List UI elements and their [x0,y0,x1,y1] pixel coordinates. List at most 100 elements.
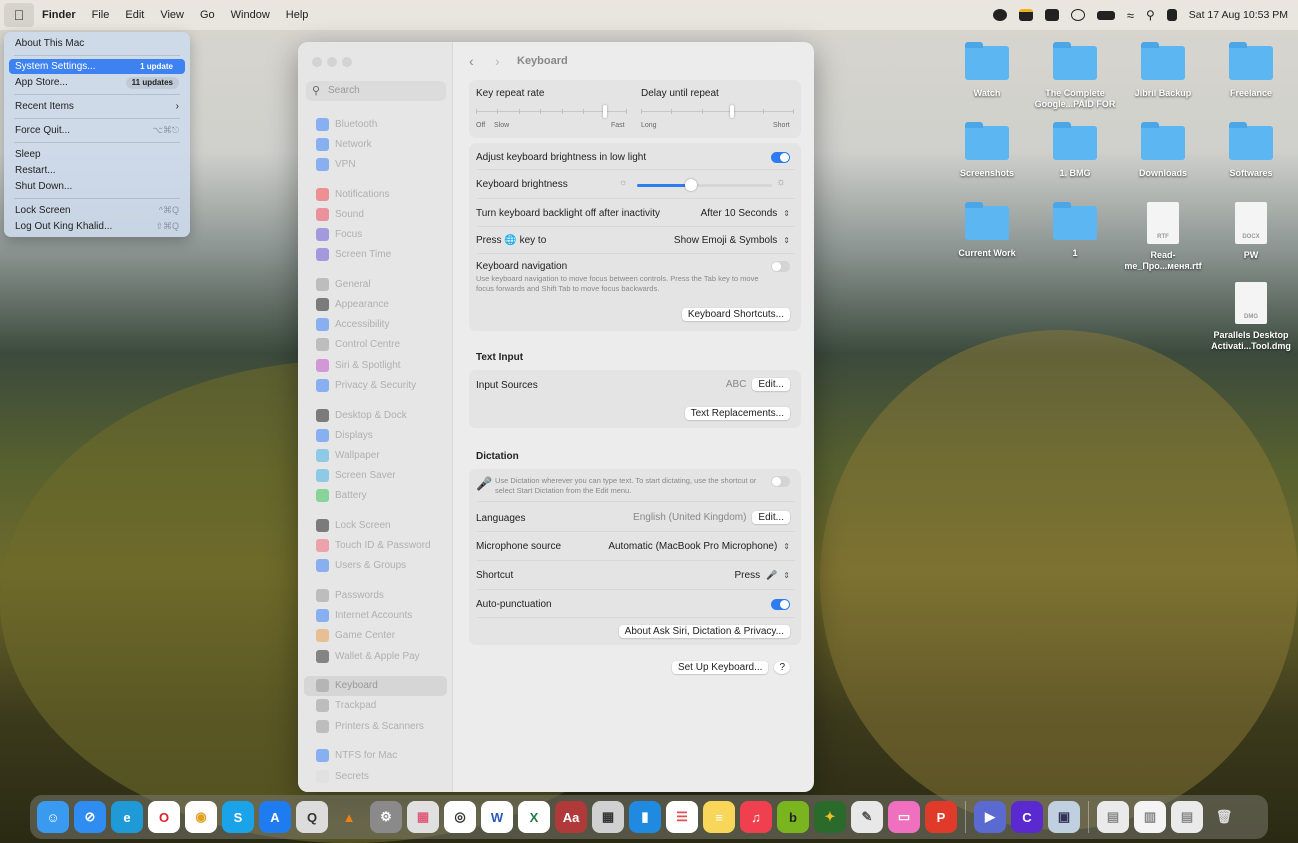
menu-item-app-store[interactable]: App Store... 11 updates [9,75,185,90]
battery-icon[interactable] [1096,10,1115,20]
dock-notchmeister-icon[interactable]: C [1011,801,1043,833]
desktop-item-folder[interactable]: 1 [1031,202,1119,259]
sidebar-item-lock-screen[interactable]: Lock Screen [304,515,447,535]
dock-app-store-icon[interactable]: A [259,801,291,833]
keyboard-brightness-slider[interactable] [637,179,772,191]
menu-file[interactable]: File [84,0,118,30]
set-up-keyboard-button[interactable]: Set Up Keyboard... [671,661,769,674]
menu-view[interactable]: View [152,0,192,30]
dock-chrome-icon[interactable]: ◉ [185,801,217,833]
dictation-toggle[interactable] [771,476,790,487]
sidebar-item-game-center[interactable]: Game Center [304,626,447,646]
sidebar-item-wallet-apple-pay[interactable]: Wallet & Apple Pay [304,646,447,666]
press-key-popup[interactable]: Show Emoji & Symbols ⇕ [674,235,790,246]
desktop-item-folder[interactable]: Current Work [943,202,1031,259]
languages-edit-button[interactable]: Edit... [752,511,790,524]
sidebar-item-screen-time[interactable]: Screen Time [304,245,447,265]
desktop-item-file[interactable]: DMG Parallels Desktop Activati...Tool.dmg [1207,282,1295,352]
key-repeat-slider[interactable] [476,105,627,121]
menu-item-restart[interactable]: Restart... [9,163,185,178]
desktop-item-file[interactable]: DOCX PW [1207,202,1295,261]
adjust-brightness-toggle[interactable] [771,152,790,163]
dock-music-icon[interactable]: ♫ [740,801,772,833]
desktop-item-folder[interactable]: Jibril Backup [1119,42,1207,99]
dock-quicktime-icon[interactable]: Q [296,801,328,833]
dock-calculator-icon[interactable]: ▦ [592,801,624,833]
menu-go[interactable]: Go [192,0,223,30]
sidebar-item-siri-spotlight[interactable]: Siri & Spotlight [304,355,447,375]
dock-trash-icon[interactable]: 🗑 [1208,801,1240,833]
sidebar-item-focus[interactable]: Focus [304,224,447,244]
desktop-item-folder[interactable]: Freelance [1207,42,1295,99]
menu-edit[interactable]: Edit [117,0,152,30]
apple-menu-icon[interactable]:  [4,3,34,27]
wifi-icon[interactable]: ≈ [1127,8,1134,23]
desktop-item-file[interactable]: RTF Read-me_Про...меня.rtf [1119,202,1207,272]
minimize-button[interactable] [327,57,337,67]
sidebar-item-ntfs-for-mac[interactable]: NTFS for Mac [304,746,447,766]
desktop-item-folder[interactable]: Downloads [1119,122,1207,179]
sidebar-item-screen-saver[interactable]: Screen Saver [304,466,447,486]
help-button[interactable]: ? [774,661,790,674]
search-input[interactable]: ⚲ Search [306,81,446,101]
dock-safari-icon[interactable]: ⊘ [74,801,106,833]
sidebar-item-battery[interactable]: Battery [304,486,447,506]
sidebar-item-vpn[interactable]: VPN [304,154,447,174]
dock-word-icon[interactable]: W [481,801,513,833]
sidebar-item-appearance[interactable]: Appearance [304,295,447,315]
dock-launchpad-icon[interactable]: ▦ [407,801,439,833]
sidebar-item-bluetooth[interactable]: Bluetooth [304,114,447,134]
dock-skype-icon[interactable]: S [222,801,254,833]
dock-app-blue-icon[interactable]: ▮ [629,801,661,833]
dock-window-2-icon[interactable]: ▥ [1134,801,1166,833]
dock-screenshot-icon[interactable]: ◎ [444,801,476,833]
shortcut-popup[interactable]: Press 🎤 ⇕ [735,570,790,581]
dock-excel-icon[interactable]: X [518,801,550,833]
sidebar-item-control-centre[interactable]: Control Centre [304,335,447,355]
desktop-item-folder[interactable]: 1. BMG [1031,122,1119,179]
dock-preview-icon[interactable]: ✎ [851,801,883,833]
dock-bartender-icon[interactable]: b [777,801,809,833]
microphone-source-popup[interactable]: Automatic (MacBook Pro Microphone) ⇕ [608,541,790,552]
sidebar-item-secrets[interactable]: Secrets [304,766,447,786]
bartender-icon[interactable] [1044,9,1059,21]
menu-window[interactable]: Window [223,0,278,30]
dock-notes-icon[interactable]: ≡ [703,801,735,833]
notification-icon[interactable] [1018,9,1033,21]
dock-papers-icon[interactable]: P [925,801,957,833]
dock-edge-icon[interactable]: e [111,801,143,833]
sidebar-item-internet-accounts[interactable]: Internet Accounts [304,606,447,626]
menu-item-recent-items[interactable]: Recent Items › [9,99,185,114]
sidebar-item-network[interactable]: Network [304,134,447,154]
menu-item-lock-screen[interactable]: Lock Screen ^⌘Q [9,203,185,218]
keyboard-shortcuts-button[interactable]: Keyboard Shortcuts... [681,308,790,321]
desktop-item-folder[interactable]: The Complete Google...PAID FOR [1031,42,1119,110]
search-icon[interactable]: ⚲ [1146,8,1155,22]
back-icon[interactable]: ‹ [469,53,474,69]
user-icon[interactable] [1070,9,1085,21]
close-button[interactable] [312,57,322,67]
menu-item-sleep[interactable]: Sleep [9,147,185,162]
sidebar-item-wallpaper[interactable]: Wallpaper [304,445,447,465]
sidebar-item-touch-id-password[interactable]: Touch ID & Password [304,536,447,556]
text-replacements-button[interactable]: Text Replacements... [684,407,790,420]
dock-dictionary-icon[interactable]: Aa [555,801,587,833]
menu-item-system-settings[interactable]: System Settings... 1 update [9,59,185,74]
sidebar-item-keyboard[interactable]: Keyboard [304,675,447,696]
menu-finder[interactable]: Finder [34,0,84,30]
grammarly-icon[interactable] [992,9,1007,21]
dock-maps-app-icon[interactable]: ✦ [814,801,846,833]
sidebar-item-sound[interactable]: Sound [304,204,447,224]
dock-vlc-icon[interactable]: ▲ [333,801,365,833]
control-centre-icon[interactable] [1166,9,1177,21]
menu-item-shut-down[interactable]: Shut Down... [9,179,185,194]
desktop-item-folder[interactable]: Watch [943,42,1031,99]
dock-system-settings-icon[interactable]: ⚙ [370,801,402,833]
sidebar-item-notifications[interactable]: Notifications [304,184,447,204]
sidebar-item-accessibility[interactable]: Accessibility [304,315,447,335]
dock-finder-icon[interactable]: ☺ [37,801,69,833]
about-siri-dictation-privacy-button[interactable]: About Ask Siri, Dictation & Privacy... [618,625,790,638]
dock-window-3-icon[interactable]: ▤ [1171,801,1203,833]
menu-item-log-out[interactable]: Log Out King Khalid... ⇧⌘Q [9,219,185,234]
sidebar-item-general[interactable]: General [304,274,447,294]
